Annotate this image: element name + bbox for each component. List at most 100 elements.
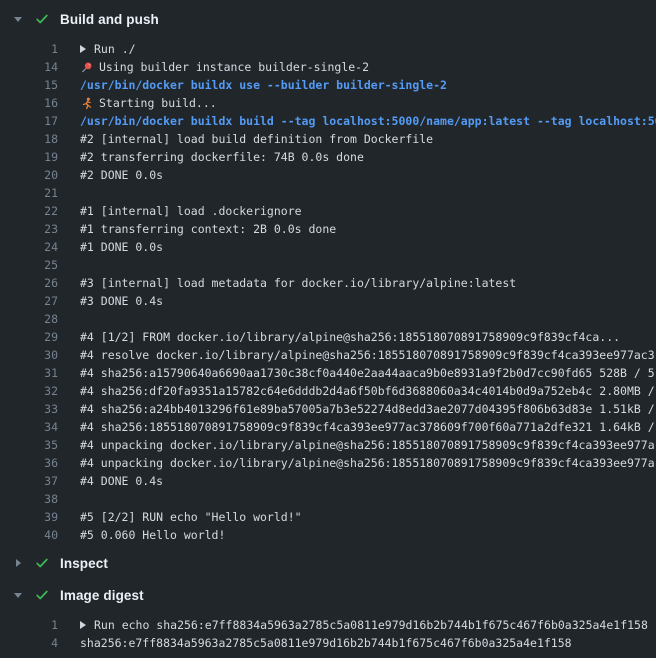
group-title: Inspect bbox=[60, 556, 108, 571]
line-number[interactable]: 34 bbox=[0, 418, 58, 436]
log-text: #4 resolve docker.io/library/alpine@sha2… bbox=[58, 346, 655, 364]
line-number[interactable]: 35 bbox=[0, 436, 58, 454]
log-line: 30#4 resolve docker.io/library/alpine@sh… bbox=[0, 346, 656, 364]
line-number[interactable]: 15 bbox=[0, 76, 58, 94]
line-number[interactable]: 1 bbox=[0, 616, 58, 634]
group-title: Image digest bbox=[60, 588, 144, 603]
log-line: 23#1 transferring context: 2B 0.0s done bbox=[0, 220, 656, 238]
line-number[interactable]: 14 bbox=[0, 58, 58, 76]
log-text bbox=[58, 310, 80, 328]
log-line: 14Using builder instance builder-single-… bbox=[0, 58, 656, 76]
log-text: #4 sha256:df20fa9351a15782c64e6dddb2d4a6… bbox=[58, 382, 655, 400]
log-line: 32#4 sha256:df20fa9351a15782c64e6dddb2d4… bbox=[0, 382, 656, 400]
log-line: 16Starting build... bbox=[0, 94, 656, 112]
log-text: #5 0.060 Hello world! bbox=[58, 526, 225, 544]
log-text: #1 [internal] load .dockerignore bbox=[58, 202, 302, 220]
log-line: 27#3 DONE 0.4s bbox=[0, 292, 656, 310]
line-number[interactable]: 4 bbox=[0, 634, 58, 652]
line-number[interactable]: 38 bbox=[0, 490, 58, 508]
log-line: 1Run echo sha256:e7ff8834a5963a2785c5a08… bbox=[0, 616, 656, 634]
log-text: #1 DONE 0.0s bbox=[58, 238, 163, 256]
log-text: #2 DONE 0.0s bbox=[58, 166, 163, 184]
line-number[interactable]: 25 bbox=[0, 256, 58, 274]
line-number[interactable]: 31 bbox=[0, 364, 58, 382]
line-number[interactable]: 29 bbox=[0, 328, 58, 346]
line-number[interactable]: 16 bbox=[0, 94, 58, 112]
log-line: 22#1 [internal] load .dockerignore bbox=[0, 202, 656, 220]
log-text: #3 [internal] load metadata for docker.i… bbox=[58, 274, 516, 292]
log-line: 1Run ./ bbox=[0, 40, 656, 58]
log-line: 29#4 [1/2] FROM docker.io/library/alpine… bbox=[0, 328, 656, 346]
log-text: #2 [internal] load build definition from… bbox=[58, 130, 433, 148]
line-number[interactable]: 21 bbox=[0, 184, 58, 202]
log-text: #5 [2/2] RUN echo "Hello world!" bbox=[58, 508, 302, 526]
log-text bbox=[58, 184, 80, 202]
line-number[interactable]: 33 bbox=[0, 400, 58, 418]
log-line: 31#4 sha256:a15790640a6690aa1730c38cf0a4… bbox=[0, 364, 656, 382]
log-text: Using builder instance builder-single-2 bbox=[58, 58, 369, 76]
line-number[interactable]: 18 bbox=[0, 130, 58, 148]
log-line: 18#2 [internal] load build definition fr… bbox=[0, 130, 656, 148]
log-line: 40#5 0.060 Hello world! bbox=[0, 526, 656, 544]
chevron-down-icon[interactable] bbox=[13, 17, 23, 22]
log-line: 36#4 unpacking docker.io/library/alpine@… bbox=[0, 454, 656, 472]
log-text: #2 transferring dockerfile: 74B 0.0s don… bbox=[58, 148, 364, 166]
line-number[interactable]: 23 bbox=[0, 220, 58, 238]
line-number[interactable]: 19 bbox=[0, 148, 58, 166]
group-header-build-and-push[interactable]: Build and push bbox=[0, 6, 656, 32]
chevron-right-icon[interactable] bbox=[13, 559, 23, 567]
line-number[interactable]: 24 bbox=[0, 238, 58, 256]
log-line: 39#5 [2/2] RUN echo "Hello world!" bbox=[0, 508, 656, 526]
log-text: #1 transferring context: 2B 0.0s done bbox=[58, 220, 336, 238]
line-number[interactable]: 32 bbox=[0, 382, 58, 400]
log-text: sha256:e7ff8834a5963a2785c5a0811e979d16b… bbox=[58, 634, 572, 652]
line-number[interactable]: 30 bbox=[0, 346, 58, 364]
group-header-image-digest[interactable]: Image digest bbox=[0, 582, 656, 608]
log-line: 15/usr/bin/docker buildx use --builder b… bbox=[0, 76, 656, 94]
log-line: 21 bbox=[0, 184, 656, 202]
line-number[interactable]: 20 bbox=[0, 166, 58, 184]
log-line: 26#3 [internal] load metadata for docker… bbox=[0, 274, 656, 292]
log-text: #4 sha256:a24bb4013296f61e89ba57005a7b3e… bbox=[58, 400, 655, 418]
run-expander-icon[interactable] bbox=[80, 45, 86, 53]
line-number[interactable]: 37 bbox=[0, 472, 58, 490]
line-number[interactable]: 1 bbox=[0, 40, 58, 58]
log-text: #4 unpacking docker.io/library/alpine@sh… bbox=[58, 436, 655, 454]
log-command-text: /usr/bin/docker buildx use --builder bui… bbox=[58, 76, 447, 94]
group-header-inspect[interactable]: Inspect bbox=[0, 550, 656, 576]
log-line: 25 bbox=[0, 256, 656, 274]
line-number[interactable]: 27 bbox=[0, 292, 58, 310]
success-check-icon bbox=[35, 556, 49, 570]
chevron-down-icon[interactable] bbox=[13, 593, 23, 598]
log-text: #4 sha256:185518070891758909c9f839cf4ca3… bbox=[58, 418, 655, 436]
line-number[interactable]: 40 bbox=[0, 526, 58, 544]
log-line: 17/usr/bin/docker buildx build --tag loc… bbox=[0, 112, 656, 130]
run-expander-icon[interactable] bbox=[80, 621, 86, 629]
actions-log-viewer: Build and push 1Run ./14Using builder in… bbox=[0, 0, 656, 658]
runner-icon bbox=[80, 97, 93, 110]
line-number[interactable]: 22 bbox=[0, 202, 58, 220]
log-text bbox=[58, 256, 80, 274]
log-line: 34#4 sha256:185518070891758909c9f839cf4c… bbox=[0, 418, 656, 436]
line-number[interactable]: 36 bbox=[0, 454, 58, 472]
log-text: Run echo sha256:e7ff8834a5963a2785c5a081… bbox=[58, 616, 648, 634]
success-check-icon bbox=[35, 588, 49, 602]
line-number[interactable]: 26 bbox=[0, 274, 58, 292]
success-check-icon bbox=[35, 12, 49, 26]
log-text: #4 [1/2] FROM docker.io/library/alpine@s… bbox=[58, 328, 620, 346]
log-text: #4 unpacking docker.io/library/alpine@sh… bbox=[58, 454, 655, 472]
log-text: #4 DONE 0.4s bbox=[58, 472, 163, 490]
pushpin-icon bbox=[80, 61, 93, 74]
log-text: Starting build... bbox=[58, 94, 217, 112]
log-line: 28 bbox=[0, 310, 656, 328]
log-command-text: /usr/bin/docker buildx build --tag local… bbox=[58, 112, 656, 130]
log-line: 37#4 DONE 0.4s bbox=[0, 472, 656, 490]
line-number[interactable]: 39 bbox=[0, 508, 58, 526]
log-line: 20#2 DONE 0.0s bbox=[0, 166, 656, 184]
log-line: 33#4 sha256:a24bb4013296f61e89ba57005a7b… bbox=[0, 400, 656, 418]
log-text bbox=[58, 490, 80, 508]
line-number[interactable]: 17 bbox=[0, 112, 58, 130]
log-text: #3 DONE 0.4s bbox=[58, 292, 163, 310]
log-line: 24#1 DONE 0.0s bbox=[0, 238, 656, 256]
line-number[interactable]: 28 bbox=[0, 310, 58, 328]
